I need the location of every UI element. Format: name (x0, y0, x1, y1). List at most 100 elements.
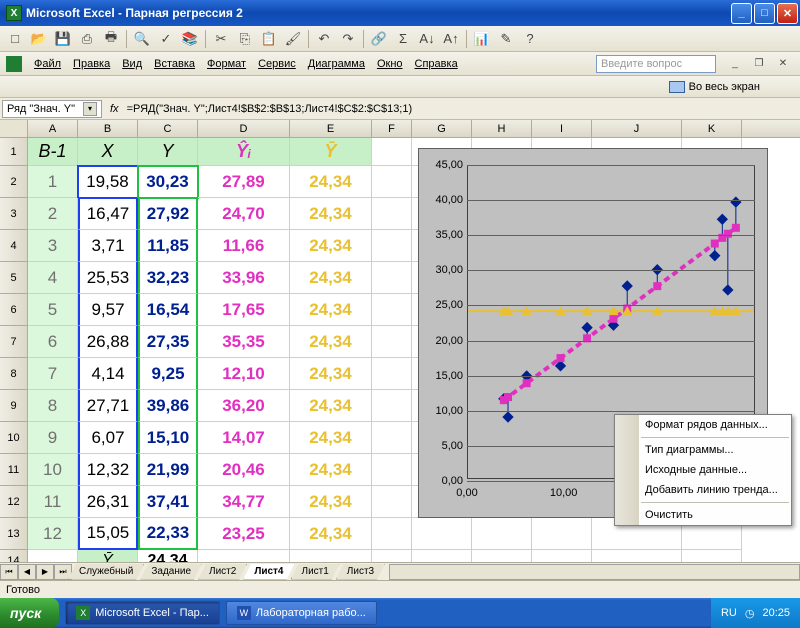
research-icon[interactable]: 📚 (179, 28, 201, 50)
row-header[interactable]: 6 (0, 294, 28, 326)
cell[interactable]: 12,32 (78, 454, 138, 486)
cell[interactable]: 35,35 (198, 326, 290, 358)
cell[interactable]: 37,41 (138, 486, 198, 518)
cell[interactable]: 11,85 (138, 230, 198, 262)
cell[interactable]: 8 (28, 390, 78, 422)
cell[interactable]: 21,99 (138, 454, 198, 486)
row-header[interactable]: 10 (0, 422, 28, 454)
name-box[interactable]: Ряд "Знач. Y" ▾ (2, 100, 102, 118)
ctx-clear[interactable]: Очистить (615, 505, 791, 525)
hyperlink-icon[interactable]: 🔗 (368, 28, 390, 50)
select-all-corner[interactable] (0, 120, 28, 137)
cell[interactable]: 24,34 (290, 486, 372, 518)
row-header[interactable]: 12 (0, 486, 28, 518)
col-header[interactable]: K (682, 120, 742, 137)
tab-first-icon[interactable]: ⏮ (0, 564, 18, 580)
cell[interactable]: 24,34 (290, 358, 372, 390)
menu-file[interactable]: Файл (28, 56, 67, 72)
cell[interactable]: 36,20 (198, 390, 290, 422)
worksheet-grid[interactable]: A B C D E F G H I J K 1 B-1 X Y Ŷᵢ Ȳ 2 1… (0, 120, 800, 562)
cell[interactable]: 12,10 (198, 358, 290, 390)
cell[interactable]: 26,88 (78, 326, 138, 358)
cell[interactable]: 4 (28, 262, 78, 294)
start-button[interactable]: пуск (0, 598, 59, 628)
open-icon[interactable]: 📂 (28, 28, 50, 50)
col-header[interactable]: I (532, 120, 592, 137)
cell[interactable]: 34,77 (198, 486, 290, 518)
preview-icon[interactable]: 🔍 (131, 28, 153, 50)
ctx-chart-type[interactable]: Тип диаграммы... (615, 440, 791, 460)
cell[interactable]: 3 (28, 230, 78, 262)
menu-tools[interactable]: Сервис (252, 56, 302, 72)
sort-desc-icon[interactable]: A↑ (440, 28, 462, 50)
tab-next-icon[interactable]: ▶ (36, 564, 54, 580)
col-header[interactable]: J (592, 120, 682, 137)
cell[interactable]: 17,65 (198, 294, 290, 326)
cut-icon[interactable]: ✂ (210, 28, 232, 50)
cell[interactable]: Ŷᵢ (198, 138, 290, 166)
cell[interactable]: 20,46 (198, 454, 290, 486)
sheet-tab[interactable]: Задание (140, 564, 202, 580)
name-box-dropdown-icon[interactable]: ▾ (83, 102, 97, 116)
cell[interactable]: 27,92 (138, 198, 198, 230)
row-header[interactable]: 9 (0, 390, 28, 422)
cell[interactable]: 9 (28, 422, 78, 454)
cell[interactable]: 16,47 (78, 198, 138, 230)
doc-restore-button[interactable]: ❐ (748, 53, 770, 75)
doc-close-button[interactable]: ✕ (772, 53, 794, 75)
question-box[interactable]: Введите вопрос (596, 55, 716, 73)
cell[interactable]: 25,53 (78, 262, 138, 294)
cell[interactable]: 3,71 (78, 230, 138, 262)
cell[interactable]: 5 (28, 294, 78, 326)
redo-icon[interactable]: ↷ (337, 28, 359, 50)
ctx-format-series[interactable]: Формат рядов данных... (615, 415, 791, 435)
formula-text[interactable]: =РЯД("Знач. Y";Лист4!$B$2:$B$13;Лист4!$C… (127, 103, 413, 115)
ctx-add-trendline[interactable]: Добавить линию тренда... (615, 480, 791, 500)
spell-icon[interactable]: ✓ (155, 28, 177, 50)
chart-icon[interactable]: 📊 (471, 28, 493, 50)
cell[interactable]: 27,71 (78, 390, 138, 422)
cell[interactable]: 24,70 (198, 198, 290, 230)
sheet-tab[interactable]: Лист3 (336, 564, 385, 580)
cell[interactable]: 11 (28, 486, 78, 518)
row-header[interactable]: 4 (0, 230, 28, 262)
cell[interactable]: 10 (28, 454, 78, 486)
col-header[interactable]: G (412, 120, 472, 137)
menu-insert[interactable]: Вставка (148, 56, 201, 72)
row-header[interactable]: 5 (0, 262, 28, 294)
sheet-tab[interactable]: Лист2 (198, 564, 247, 580)
fx-label[interactable]: fx (110, 103, 119, 115)
cell[interactable]: Ȳ (78, 550, 138, 562)
cell[interactable]: 23,25 (198, 518, 290, 550)
cell[interactable]: 1 (28, 166, 78, 198)
save-icon[interactable]: 💾 (52, 28, 74, 50)
cell[interactable]: 24,34 (290, 262, 372, 294)
tray-icon[interactable]: ◷ (745, 607, 755, 620)
fullscreen-label[interactable]: Во весь экран (689, 81, 760, 93)
menu-edit[interactable]: Правка (67, 56, 116, 72)
cell[interactable]: 24,34 (290, 198, 372, 230)
cell[interactable]: 9,25 (138, 358, 198, 390)
minimize-button[interactable]: _ (731, 3, 752, 24)
cell[interactable]: 16,54 (138, 294, 198, 326)
menu-format[interactable]: Формат (201, 56, 252, 72)
cell[interactable]: 24,34 (138, 550, 198, 562)
col-header[interactable]: H (472, 120, 532, 137)
sheet-tab[interactable]: Служебный (68, 564, 144, 580)
cell[interactable]: 2 (28, 198, 78, 230)
horizontal-scrollbar[interactable] (389, 564, 800, 580)
paste-icon[interactable]: 📋 (258, 28, 280, 50)
cell[interactable]: 32,23 (138, 262, 198, 294)
cell[interactable]: 24,34 (290, 422, 372, 454)
cell[interactable]: B-1 (28, 138, 78, 166)
cell[interactable]: 7 (28, 358, 78, 390)
fullscreen-icon[interactable] (669, 81, 685, 93)
cell[interactable]: 12 (28, 518, 78, 550)
menu-help[interactable]: Справка (409, 56, 464, 72)
maximize-button[interactable]: □ (754, 3, 775, 24)
print-icon[interactable]: 🖶 (100, 28, 122, 50)
row-header[interactable]: 11 (0, 454, 28, 486)
taskbar-task-excel[interactable]: X Microsoft Excel - Пар... (65, 601, 220, 625)
col-header[interactable]: F (372, 120, 412, 137)
cell[interactable]: 24,34 (290, 230, 372, 262)
